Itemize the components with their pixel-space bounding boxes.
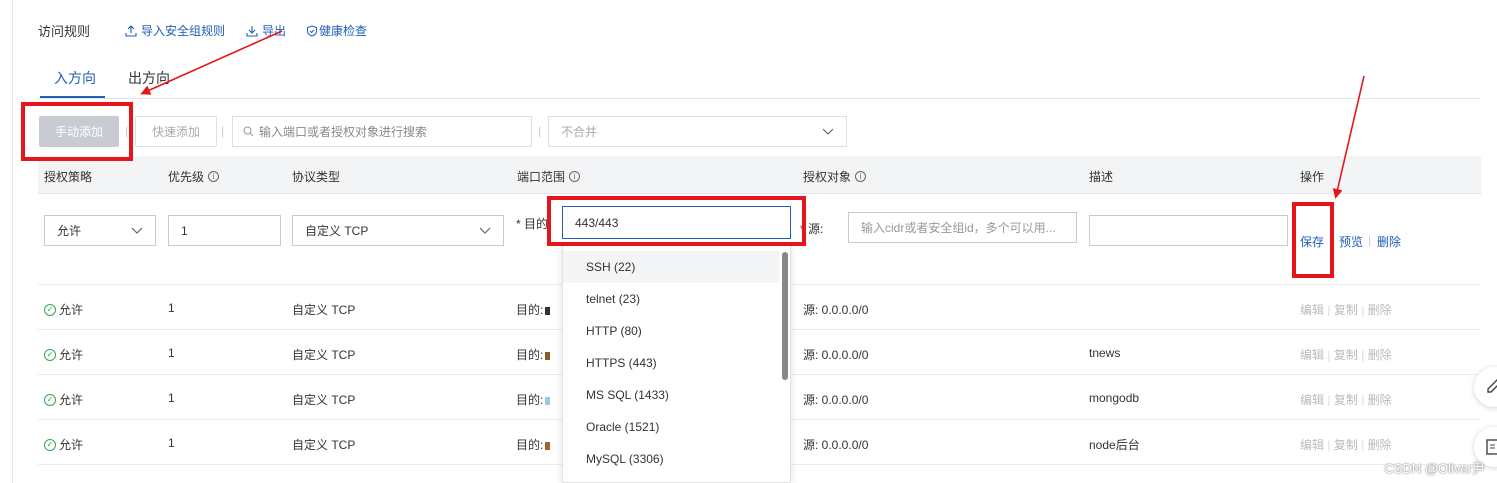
watermark: CSDN @Oliver尹 — [1384, 461, 1485, 476]
arrow-to-save — [1332, 75, 1365, 199]
floating-edit-button[interactable] — [1474, 367, 1497, 407]
annotation-arrows — [140, 30, 1365, 199]
pencil-icon — [1487, 379, 1497, 393]
arrow-to-manual-add — [140, 30, 283, 95]
